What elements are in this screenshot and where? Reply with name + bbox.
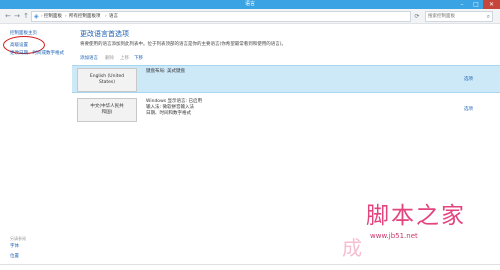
- remove-language-button[interactable]: 删除: [105, 55, 114, 63]
- language-row-english[interactable]: English (United States) 键盘布局: 美式键盘 选项: [72, 65, 500, 93]
- language-info-line: 键盘布局: 美式键盘: [146, 69, 185, 74]
- see-also-fonts[interactable]: 字体: [10, 244, 19, 250]
- language-info: Windows 显示语言: 已启用 输入法: 微软拼音输入法 日期、时间和数字格…: [146, 99, 202, 117]
- watermark-mark: 成: [342, 236, 362, 260]
- refresh-icon[interactable]: ⟳: [412, 12, 422, 21]
- minimize-button[interactable]: –: [455, 0, 469, 9]
- address-row: ← → ↑ ◈ › 控制面板 › 所有控制面板项 › 语言 ⟳ ⌕: [0, 9, 500, 24]
- see-also-location[interactable]: 位置: [10, 254, 19, 260]
- page-description: 将要使用的语言添加到此列表中。位于列表顶部的语言是你的主要语言(你希望最常看到和…: [80, 42, 287, 47]
- language-options-link[interactable]: 选项: [464, 107, 473, 113]
- close-button[interactable]: ✕: [483, 0, 500, 9]
- watermark-logo-text: 脚本之家: [366, 203, 466, 229]
- move-down-button[interactable]: 下移: [134, 55, 143, 63]
- window-title: 语言: [244, 1, 255, 7]
- maximize-button[interactable]: □: [469, 0, 483, 9]
- move-up-button[interactable]: 上移: [120, 55, 129, 63]
- title-bar: 语言 – □ ✕: [0, 0, 500, 9]
- page-title: 更改语言首选项: [80, 30, 129, 38]
- forward-arrow-icon[interactable]: →: [13, 12, 21, 20]
- address-bar[interactable]: ◈ › 控制面板 › 所有控制面板项 › 语言: [31, 11, 411, 22]
- nav-change-date-time-format[interactable]: 更改日期、时间或数字格式: [10, 51, 64, 57]
- nav-advanced-settings[interactable]: 高级设置: [10, 43, 28, 49]
- watermark-url: www.jb51.net: [370, 232, 418, 240]
- search-input[interactable]: [428, 12, 482, 21]
- up-arrow-icon[interactable]: ↑: [22, 12, 30, 20]
- language-name-line: 和国): [101, 110, 113, 115]
- breadcrumb-separator: ›: [65, 14, 67, 19]
- language-name-line: States): [98, 80, 115, 85]
- language-name-box: English (United States): [77, 68, 137, 92]
- breadcrumb-separator: ›: [105, 14, 107, 19]
- breadcrumb-separator: ›: [41, 14, 43, 19]
- see-also-label: 另请参阅: [10, 236, 26, 241]
- add-language-button[interactable]: 添加语言: [80, 55, 98, 63]
- control-panel-icon: ◈: [34, 13, 39, 20]
- breadcrumb-control-panel[interactable]: 控制面板: [44, 13, 62, 21]
- breadcrumb-language[interactable]: 语言: [109, 13, 118, 21]
- language-info-line: 日期、时间和数字格式: [146, 111, 191, 116]
- language-info: 键盘布局: 美式键盘: [146, 69, 185, 75]
- watermark: 脚本之家 成 www.jb51.net: [340, 200, 500, 270]
- search-icon[interactable]: ⌕: [487, 12, 490, 21]
- search-box[interactable]: ⌕: [425, 11, 493, 22]
- language-name-box: 中文(中华人民共 和国): [77, 98, 137, 122]
- left-nav: 控制面板主页 高级设置 更改日期、时间或数字格式 另请参阅 字体 位置: [0, 24, 70, 264]
- back-arrow-icon[interactable]: ←: [4, 12, 12, 20]
- language-options-link[interactable]: 选项: [464, 77, 473, 83]
- language-row-chinese[interactable]: 中文(中华人民共 和国) Windows 显示语言: 已启用 输入法: 微软拼音…: [72, 96, 500, 124]
- breadcrumb-all-items[interactable]: 所有控制面板项: [69, 13, 101, 21]
